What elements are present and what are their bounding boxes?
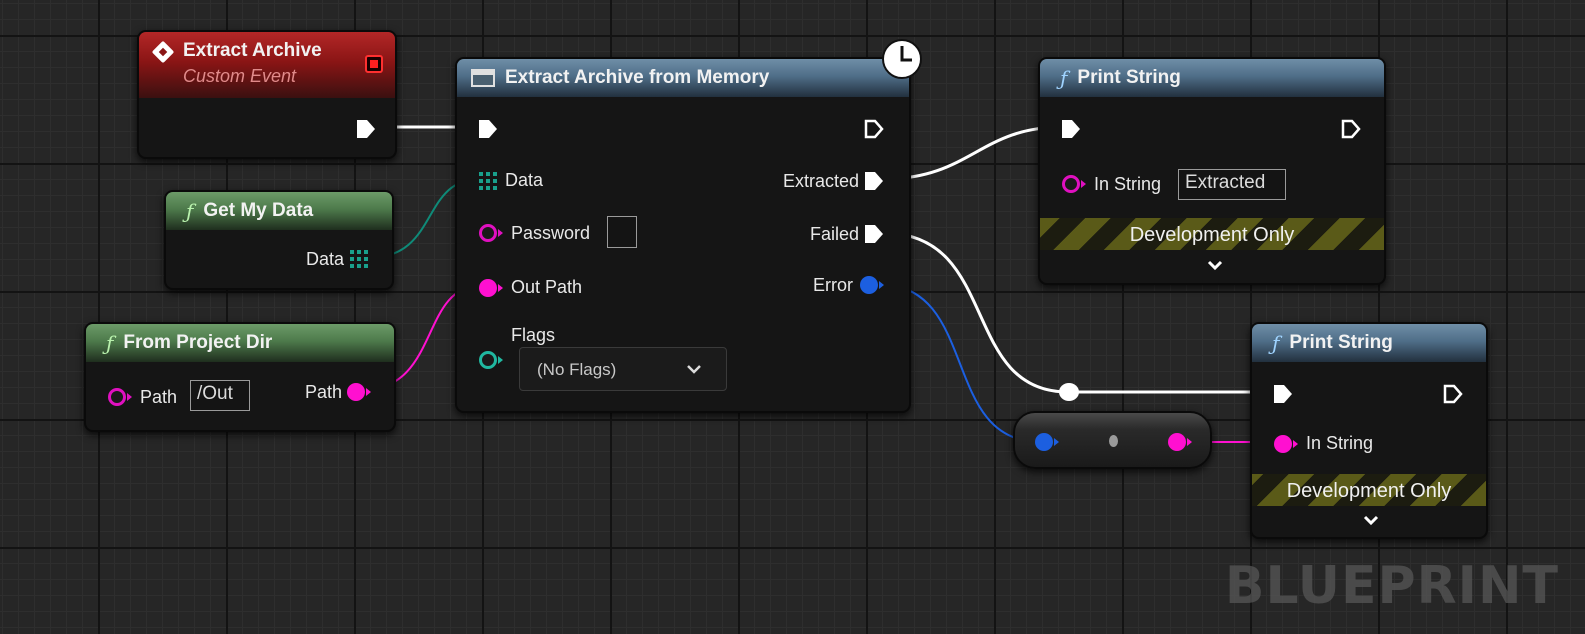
node-title: Get My Data: [203, 200, 314, 221]
conversion-output-pin[interactable]: [1168, 433, 1186, 451]
input-label-flags: Flags: [511, 325, 556, 345]
node-title: Extract Archive: [183, 40, 322, 61]
exec-extracted-out-pin-icon[interactable]: [863, 170, 885, 192]
exec-out-pin-icon[interactable]: [1442, 383, 1464, 405]
output-label-data: Data: [305, 249, 344, 269]
custom-event-diamond-icon: [151, 40, 175, 64]
node-print-string-1[interactable]: ƒ Print String In String Extracted Devel…: [1038, 57, 1386, 285]
node-subtitle: Custom Event: [183, 66, 297, 86]
in-string-input-pin[interactable]: [1274, 435, 1292, 453]
output-label-failed: Failed: [809, 224, 859, 244]
node-title: From Project Dir: [123, 332, 273, 353]
function-icon: ƒ: [1272, 331, 1280, 355]
node-extract-archive-from-memory[interactable]: Extract Archive from Memory Data Extract…: [455, 39, 922, 413]
development-only-banner: Development Only: [1040, 218, 1384, 250]
flags-dropdown[interactable]: (No Flags): [519, 347, 727, 391]
in-string-label: In String: [1306, 433, 1374, 453]
expand-chevron-icon[interactable]: [1362, 514, 1380, 526]
exec-in-pin-icon[interactable]: [477, 118, 499, 140]
out-path-input-pin[interactable]: [479, 279, 497, 297]
delegate-pin-icon[interactable]: [365, 55, 383, 73]
chevron-down-icon: [687, 365, 701, 374]
input-label-password: Password: [511, 223, 591, 243]
in-string-label: In String: [1094, 174, 1162, 194]
exec-then-out-pin-icon[interactable]: [863, 118, 885, 140]
node-header[interactable]: ƒ Print String: [1040, 59, 1384, 97]
node-title: Print String: [1289, 332, 1393, 353]
node-print-string-2[interactable]: ƒ Print String In String Development Onl…: [1250, 322, 1488, 539]
exec-in-pin-icon[interactable]: [1272, 383, 1294, 405]
node-extract-archive-event[interactable]: Extract Archive Custom Event: [137, 30, 397, 159]
node-get-my-data[interactable]: ƒ Get My Data Data: [164, 190, 394, 290]
function-window-icon: [471, 69, 495, 87]
path-input-pin[interactable]: [108, 388, 126, 406]
development-only-banner: Development Only: [1252, 474, 1486, 506]
function-icon: ƒ: [186, 199, 194, 223]
node-header[interactable]: Extract Archive from Memory: [457, 59, 909, 97]
in-string-input-pin[interactable]: [1062, 175, 1080, 193]
conversion-input-pin[interactable]: [1035, 433, 1053, 451]
array-grid-pin-icon[interactable]: [350, 250, 368, 268]
flags-dropdown-value: (No Flags): [537, 360, 617, 379]
password-input-field[interactable]: [607, 216, 637, 248]
flags-input-pin[interactable]: [479, 351, 497, 369]
exec-out-pin-icon[interactable]: [1340, 118, 1362, 140]
node-header[interactable]: ƒ Get My Data: [166, 192, 392, 230]
conversion-dot-icon: [1109, 435, 1118, 447]
reroute-knot[interactable]: [1059, 383, 1079, 401]
exec-in-pin-icon[interactable]: [1060, 118, 1082, 140]
path-output-pin[interactable]: [347, 383, 365, 401]
clock-icon: [882, 39, 922, 79]
function-icon: ƒ: [1060, 66, 1068, 90]
path-input-field[interactable]: /Out: [190, 380, 250, 411]
password-input-pin[interactable]: [479, 224, 497, 242]
exec-failed-out-pin-icon[interactable]: [863, 223, 885, 245]
input-label-out-path: Out Path: [511, 277, 583, 297]
input-label-data: Data: [505, 170, 544, 190]
output-label-error: Error: [813, 275, 853, 295]
expand-chevron-icon[interactable]: [1206, 259, 1224, 271]
exec-out-pin-icon[interactable]: [355, 118, 377, 140]
function-icon: ƒ: [106, 331, 114, 355]
node-title: Print String: [1077, 67, 1181, 88]
input-label-path: Path: [140, 387, 178, 407]
error-output-pin[interactable]: [860, 276, 878, 294]
array-grid-pin-icon[interactable]: [479, 172, 497, 190]
in-string-input-field[interactable]: Extracted: [1178, 169, 1286, 200]
node-from-project-dir[interactable]: ƒ From Project Dir Path /Out Path: [84, 322, 396, 432]
output-label-extracted: Extracted: [782, 171, 859, 191]
node-title: Extract Archive from Memory: [505, 67, 770, 88]
conversion-node[interactable]: [1013, 411, 1212, 469]
blueprint-watermark: BLUEPRINT: [1224, 556, 1559, 616]
node-header[interactable]: ƒ From Project Dir: [86, 324, 394, 362]
output-label-path: Path: [304, 382, 342, 402]
node-header[interactable]: Extract Archive Custom Event: [139, 32, 395, 98]
node-header[interactable]: ƒ Print String: [1252, 324, 1486, 362]
